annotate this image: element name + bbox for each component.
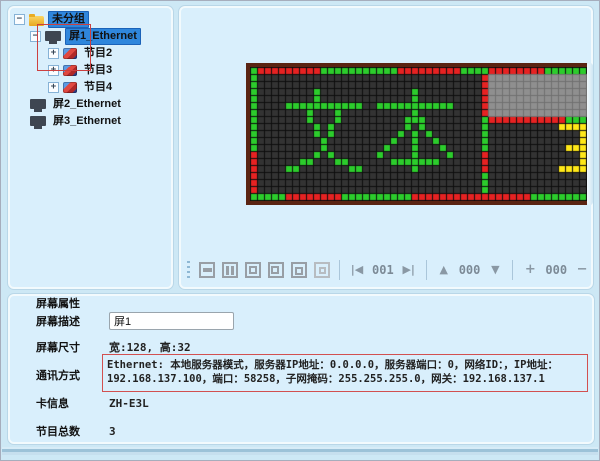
layout-rows-icon xyxy=(199,262,215,278)
tree-item[interactable]: + 节目2 xyxy=(10,45,171,62)
toolbar-separator xyxy=(339,260,340,280)
layout-inner-left-icon xyxy=(268,262,284,278)
led-display-frame xyxy=(246,63,587,205)
move-up-button[interactable]: ▲ xyxy=(434,260,454,280)
tree-item-label[interactable]: 节目4 xyxy=(81,80,115,95)
move-counter: 000 xyxy=(545,260,567,280)
folder-icon xyxy=(29,16,44,26)
program-icon xyxy=(63,65,77,76)
layout-inner-bottom-right-button[interactable] xyxy=(312,260,332,280)
screen-properties-panel: 屏幕属性 屏幕描述 屏幕尺寸 宽:128, 高:32 通讯方式 Ethernet… xyxy=(8,294,594,444)
layout-inner-bottom-button[interactable] xyxy=(289,260,309,280)
screen-size-value: 宽:128, 高:32 xyxy=(109,341,191,355)
led-matrix-canvas[interactable] xyxy=(250,67,587,201)
updown-counter: 000 xyxy=(459,260,481,280)
screen-tree-panel: −未分组−屏1_Ethernet+节目2+节目3+节目4屏2_Ethernet屏… xyxy=(8,6,173,289)
layout-rows-button[interactable] xyxy=(197,260,217,280)
app-window: −未分组−屏1_Ethernet+节目2+节目3+节目4屏2_Ethernet屏… xyxy=(0,0,600,461)
first-program-button[interactable]: |◀ xyxy=(347,260,367,280)
collapse-icon[interactable]: − xyxy=(30,31,41,42)
increase-button[interactable]: + xyxy=(520,260,540,280)
screen-description-input[interactable] xyxy=(109,312,234,330)
layout-inner-bottom-right-icon xyxy=(314,262,330,278)
screen-description-label: 屏幕描述 xyxy=(36,315,80,329)
screen-size-label: 屏幕尺寸 xyxy=(36,341,80,355)
tree-item[interactable]: − 屏1_Ethernet xyxy=(10,28,171,45)
comm-method-highlight-box: Ethernet: 本地服务器模式，服务器IP地址：0.0.0.0，服务器端口：… xyxy=(102,354,588,392)
program-icon xyxy=(63,48,77,59)
program-count-value: 3 xyxy=(109,425,116,439)
toolbar-separator xyxy=(512,260,513,280)
monitor-icon xyxy=(30,116,46,126)
layout-inner-left-button[interactable] xyxy=(266,260,286,280)
program-count-label: 节目总数 xyxy=(36,425,80,439)
tree-item-label[interactable]: 未分组 xyxy=(48,11,89,28)
move-down-button[interactable]: ▼ xyxy=(485,260,505,280)
tree-item-label[interactable]: 屏2_Ethernet xyxy=(50,97,124,112)
program-icon xyxy=(63,82,77,93)
monitor-icon xyxy=(45,31,61,41)
properties-title: 屏幕属性 xyxy=(36,297,80,311)
last-program-button[interactable]: ▶| xyxy=(399,260,419,280)
tree-item-label[interactable]: 节目2 xyxy=(81,46,115,61)
layout-columns-icon xyxy=(222,262,238,278)
tree-item[interactable]: − 未分组 xyxy=(10,11,171,28)
preview-toolbar: |◀ 001 ▶| ▲ 000 ▼ + 000 − ⊕ 5 ⊖ xyxy=(187,257,600,283)
card-info-label: 卡信息 xyxy=(36,397,69,411)
preview-vertical-scrollbar[interactable] xyxy=(587,63,593,205)
layout-inner-center-button[interactable] xyxy=(243,260,263,280)
expand-icon[interactable]: + xyxy=(48,48,59,59)
screen-tree: −未分组−屏1_Ethernet+节目2+节目3+节目4屏2_Ethernet屏… xyxy=(10,11,171,130)
tree-item[interactable]: 屏2_Ethernet xyxy=(10,96,171,113)
toolbar-grip[interactable] xyxy=(187,261,190,279)
tree-item-label[interactable]: 节目3 xyxy=(81,63,115,78)
program-counter: 001 xyxy=(372,260,394,280)
tree-item[interactable]: + 节目4 xyxy=(10,79,171,96)
monitor-icon xyxy=(30,99,46,109)
comm-method-label: 通讯方式 xyxy=(36,369,80,383)
tree-item-label[interactable]: 屏1_Ethernet xyxy=(65,28,141,45)
tree-item[interactable]: 屏3_Ethernet xyxy=(10,113,171,130)
card-info-value: ZH-E3L xyxy=(109,397,149,411)
status-bar xyxy=(2,447,598,455)
collapse-icon[interactable]: − xyxy=(14,14,25,25)
tree-item-label[interactable]: 屏3_Ethernet xyxy=(50,114,124,129)
layout-inner-bottom-icon xyxy=(291,262,307,278)
expand-icon[interactable]: + xyxy=(48,65,59,76)
tree-item[interactable]: + 节目3 xyxy=(10,62,171,79)
comm-method-value: Ethernet: 本地服务器模式，服务器IP地址：0.0.0.0，服务器端口：… xyxy=(107,358,583,386)
layout-inner-center-icon xyxy=(245,262,261,278)
layout-columns-button[interactable] xyxy=(220,260,240,280)
toolbar-separator xyxy=(426,260,427,280)
expand-icon[interactable]: + xyxy=(48,82,59,93)
decrease-button[interactable]: − xyxy=(572,260,592,280)
preview-panel: |◀ 001 ▶| ▲ 000 ▼ + 000 − ⊕ 5 ⊖ xyxy=(179,6,593,289)
